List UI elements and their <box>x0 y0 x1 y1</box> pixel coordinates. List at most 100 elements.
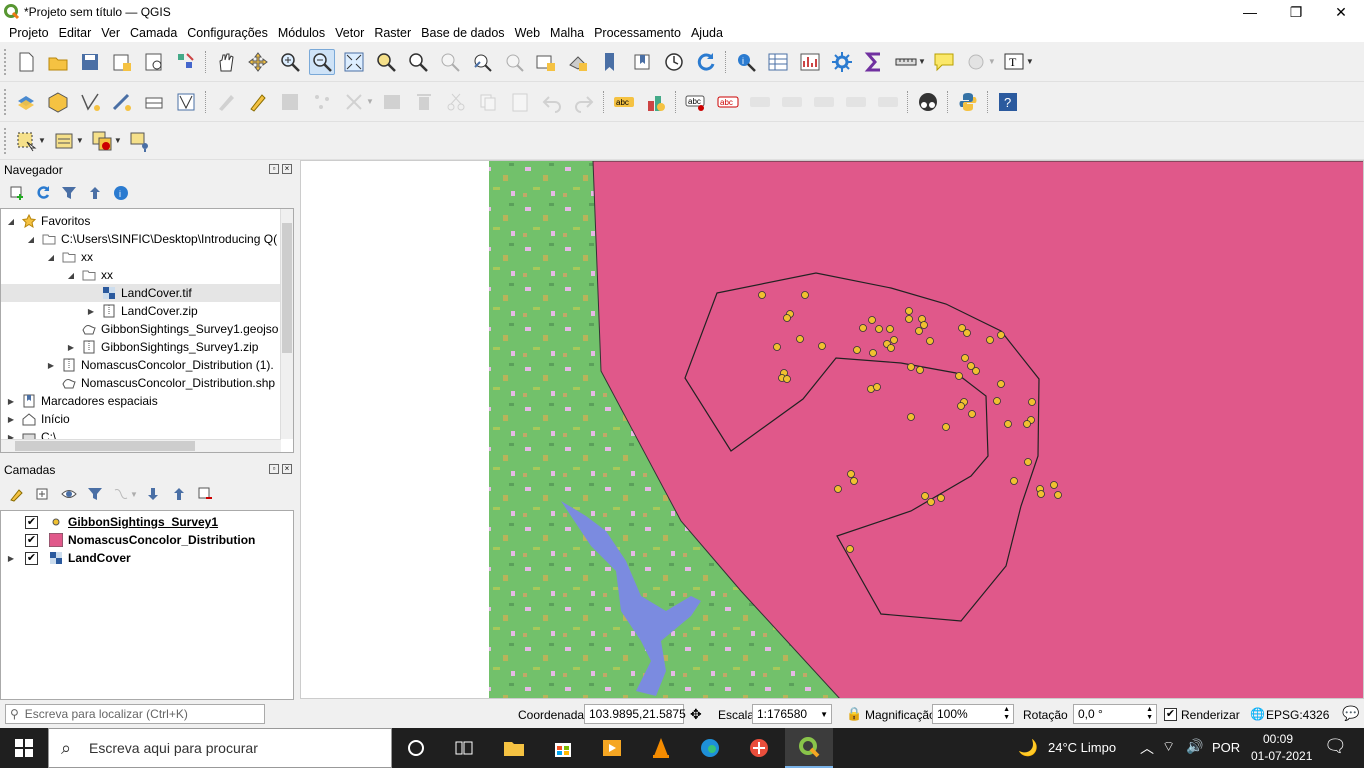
menu-web[interactable]: Web <box>515 26 540 40</box>
copy-features-icon[interactable] <box>475 89 501 115</box>
save-project-icon[interactable] <box>77 49 103 75</box>
select-by-expression-dropdown-icon[interactable]: ▼ <box>76 136 84 145</box>
new-shapefile-icon[interactable] <box>77 89 103 115</box>
collapsed-arrow-icon[interactable]: ▶ <box>5 554 17 563</box>
refresh-icon[interactable] <box>693 49 719 75</box>
layer-visibility-checkbox[interactable]: ✔ <box>25 533 38 547</box>
locator-search-input[interactable]: ⚲ Escreva para localizar (Ctrl+K) <box>5 704 265 724</box>
filter-legend-icon[interactable] <box>85 484 105 504</box>
open-project-icon[interactable] <box>45 49 71 75</box>
map-svg[interactable] <box>301 161 1364 699</box>
menu-malha[interactable]: Malha <box>550 26 584 40</box>
collapsed-arrow-icon[interactable]: ▶ <box>5 415 17 424</box>
scale-field[interactable]: 1:176580 ▼ <box>752 704 832 724</box>
tree-item-nomascus-zip[interactable]: ▶ NomascusConcolor_Distribution (1). <box>45 356 274 374</box>
statistical-summary-icon[interactable] <box>797 49 823 75</box>
select-tool-dropdown-icon[interactable]: ▼ <box>988 57 996 66</box>
tree-item-nomascus-shp[interactable]: NomascusConcolor_Distribution.shp <box>45 374 275 392</box>
layer-nomascus-distribution[interactable]: ✔ NomascusConcolor_Distribution <box>25 531 255 549</box>
float-panel-icon[interactable]: ▫ <box>269 464 279 474</box>
magnifier-spinner-icon[interactable]: ▲ ▼ <box>1003 706 1010 722</box>
menu-camada[interactable]: Camada <box>130 26 177 40</box>
layer-visibility-checkbox[interactable]: ✔ <box>25 551 38 565</box>
delete-selected-icon[interactable] <box>411 89 437 115</box>
move-label-icon[interactable] <box>779 89 805 115</box>
filter-expression-dropdown-icon[interactable]: ▼ <box>130 490 138 499</box>
menu-vetor[interactable]: Vetor <box>335 26 364 40</box>
windows-start-icon[interactable] <box>0 728 48 768</box>
annotation-dropdown-icon[interactable]: ▼ <box>1026 57 1034 66</box>
measure-line-icon[interactable] <box>893 49 919 75</box>
rotation-spinner-icon[interactable]: ▲ ▼ <box>1146 706 1153 722</box>
maximize-button[interactable]: ❐ <box>1273 0 1319 24</box>
select-features-icon[interactable] <box>13 128 39 154</box>
toggle-editing-icon[interactable] <box>245 89 271 115</box>
change-label-icon[interactable] <box>843 89 869 115</box>
map-canvas[interactable] <box>300 160 1364 699</box>
zoom-to-selection-icon[interactable] <box>373 49 399 75</box>
vlc-icon[interactable] <box>637 728 685 768</box>
rotation-field[interactable]: 0,0 ° ▲ ▼ <box>1073 704 1157 724</box>
tree-item-gibbon-geojson[interactable]: GibbonSightings_Survey1.geojso <box>65 320 278 338</box>
close-panel-icon[interactable]: × <box>282 164 292 174</box>
rotate-label-icon[interactable] <box>811 89 837 115</box>
zoom-next-icon[interactable] <box>501 49 527 75</box>
identify-features-icon[interactable]: i <box>733 49 759 75</box>
data-source-manager-icon[interactable] <box>13 89 39 115</box>
expand-arrow-icon[interactable]: ◢ <box>45 253 57 262</box>
scrollbar-thumb[interactable] <box>282 223 292 353</box>
select-tool-icon[interactable] <box>963 49 989 75</box>
text-annotation-icon[interactable]: T <box>1001 49 1027 75</box>
show-hide-labels-icon[interactable] <box>747 89 773 115</box>
label-properties-icon[interactable] <box>875 89 901 115</box>
expand-arrow-icon[interactable]: ◢ <box>5 217 17 226</box>
tree-item-xx-sub[interactable]: ◢ xx <box>65 266 113 284</box>
properties-info-icon[interactable]: i <box>111 183 131 203</box>
new-spatialite-icon[interactable] <box>173 89 199 115</box>
cortana-icon[interactable] <box>392 728 440 768</box>
save-edits-icon[interactable] <box>277 89 303 115</box>
file-explorer-icon[interactable] <box>490 728 538 768</box>
paste-features-icon[interactable] <box>507 89 533 115</box>
filter-by-expression-icon[interactable] <box>111 484 131 504</box>
menu-ajuda[interactable]: Ajuda <box>691 26 723 40</box>
menu-base-de-dados[interactable]: Base de dados <box>421 26 504 40</box>
collapse-all-layers-icon[interactable] <box>169 484 189 504</box>
layer-visibility-checkbox[interactable]: ✔ <box>25 515 38 529</box>
tree-item-gibbon-zip[interactable]: ▶ GibbonSightings_Survey1.zip <box>65 338 259 356</box>
toolbox-icon[interactable] <box>829 49 855 75</box>
taskbar-search-input[interactable]: ⌕ Escreva aqui para procurar <box>48 728 392 768</box>
new-geopackage-icon[interactable] <box>45 89 71 115</box>
toolbar-grip-2[interactable] <box>4 88 10 115</box>
render-checkbox[interactable]: ✔ <box>1164 708 1177 721</box>
new-bookmark-icon[interactable] <box>597 49 623 75</box>
close-button[interactable]: ✕ <box>1318 0 1364 24</box>
tree-item-xx[interactable]: ◢ xx <box>45 248 93 266</box>
plugin-icon[interactable] <box>915 89 941 115</box>
zoom-to-layer-icon[interactable] <box>405 49 431 75</box>
messages-icon[interactable]: 💬 <box>1342 705 1359 722</box>
collapsed-arrow-icon[interactable]: ▶ <box>85 307 97 316</box>
deselect-dropdown-icon[interactable]: ▼ <box>114 136 122 145</box>
show-bookmarks-icon[interactable] <box>629 49 655 75</box>
language-indicator[interactable]: POR <box>1212 740 1240 755</box>
collapsed-arrow-icon[interactable]: ▶ <box>45 361 57 370</box>
remove-layer-icon[interactable] <box>195 484 215 504</box>
new-3d-map-view-icon[interactable] <box>565 49 591 75</box>
crs-globe-icon[interactable]: 🌐 <box>1250 707 1265 721</box>
layer-gibbon-sightings[interactable]: ✔ GibbonSightings_Survey1 <box>25 513 218 531</box>
coordinate-field[interactable]: 103.9895,21.5875 <box>584 704 686 724</box>
store-icon[interactable] <box>539 728 587 768</box>
style-manager-icon[interactable] <box>173 49 199 75</box>
new-print-layout-icon[interactable] <box>109 49 135 75</box>
map-tips-icon[interactable] <box>931 49 957 75</box>
tree-item-marcadores[interactable]: ▶ Marcadores espaciais <box>5 392 158 410</box>
zoom-out-icon[interactable] <box>309 48 335 75</box>
scale-dropdown-icon[interactable]: ▼ <box>820 710 828 719</box>
undo-icon[interactable] <box>539 89 565 115</box>
show-hidden-icons-icon[interactable]: ︿ <box>1140 738 1154 758</box>
select-by-expression-icon[interactable] <box>51 128 77 154</box>
sum-icon[interactable] <box>861 49 887 75</box>
clock-time[interactable]: 00:09 <box>1263 732 1293 746</box>
attribute-table-icon[interactable] <box>765 49 791 75</box>
